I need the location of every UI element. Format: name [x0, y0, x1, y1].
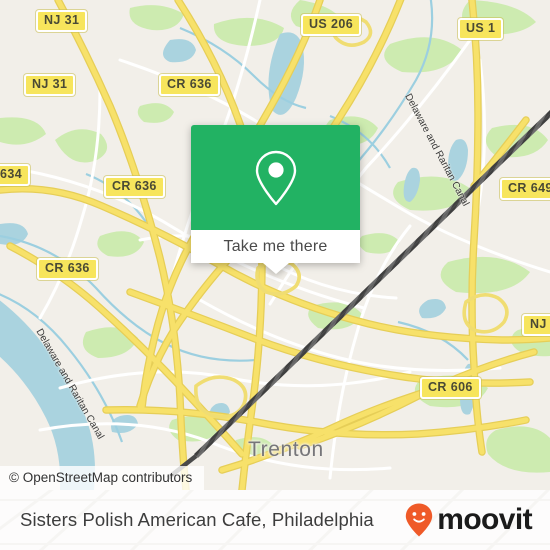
popup-tail — [262, 263, 289, 274]
map-pin-icon — [255, 150, 296, 205]
place-label: Trenton — [248, 438, 324, 461]
popup-action-bar[interactable]: Take me there — [191, 230, 360, 263]
road-shield: NJ 31 — [24, 74, 76, 96]
road-shield: CR 606 — [420, 377, 481, 399]
road-shield: CR 636 — [159, 74, 220, 96]
place-title: Sisters Polish American Cafe, Philadelph… — [20, 509, 374, 530]
footer-bar: Sisters Polish American Cafe, Philadelph… — [0, 490, 550, 550]
road-shield: CR 649 — [500, 178, 550, 200]
road-shield: CR 636 — [37, 258, 98, 280]
take-me-there-label: Take me there — [223, 237, 328, 255]
moovit-place-card: NJ 31 US 206 US 1 NJ 31 CR 636 634 CR 636 CR 64… — [0, 0, 550, 550]
moovit-pin-smiley-icon — [406, 503, 433, 537]
road-shield: NJ 31 — [36, 10, 88, 32]
osm-attribution[interactable]: © OpenStreetMap contributors — [0, 466, 205, 490]
road-shield: US 206 — [301, 14, 362, 36]
moovit-wordmark: moovit — [437, 503, 532, 536]
road-shield: CR 636 — [104, 176, 165, 198]
popup-icon-panel — [191, 125, 360, 230]
road-shield: NJ 31 — [522, 314, 550, 336]
take-me-there-popup[interactable]: Take me there — [191, 125, 360, 274]
map-canvas[interactable]: NJ 31 US 206 US 1 NJ 31 CR 636 634 CR 636 CR 64… — [0, 0, 550, 490]
moovit-logo[interactable]: moovit — [404, 490, 533, 550]
road-shield: US 1 — [458, 18, 504, 40]
road-shield: 634 — [0, 164, 31, 186]
